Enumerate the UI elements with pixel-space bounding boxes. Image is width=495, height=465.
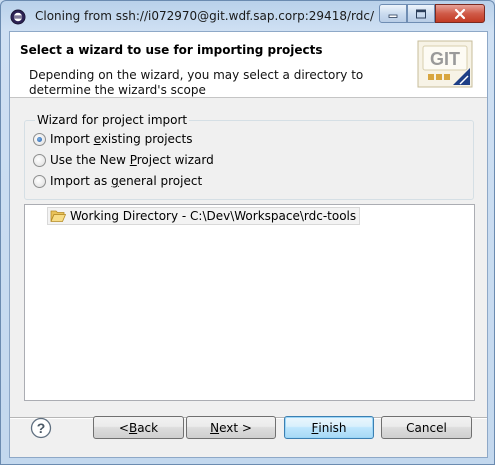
radio-label: Use the New Project wizard: [50, 153, 214, 167]
next-button[interactable]: Next >: [186, 416, 276, 439]
close-icon: [454, 8, 466, 19]
wizard-group-legend: Wizard for project import: [35, 113, 190, 127]
back-button[interactable]: < Back: [93, 416, 184, 439]
minimize-button[interactable]: [379, 4, 407, 23]
help-icon[interactable]: ?: [30, 417, 52, 439]
radio-label: Import existing projects: [50, 132, 193, 146]
page-title: Select a wizard to use for importing pro…: [20, 43, 323, 57]
tree-item-label: Working Directory - C:\Dev\Workspace\rdc…: [70, 209, 357, 223]
folder-open-icon: [50, 210, 66, 222]
minimize-icon: [388, 14, 398, 18]
tree-item-working-directory[interactable]: Working Directory - C:\Dev\Workspace\rdc…: [47, 207, 361, 225]
directory-tree[interactable]: Working Directory - C:\Dev\Workspace\rdc…: [24, 204, 475, 401]
eclipse-app-icon: [10, 9, 26, 25]
maximize-icon: [416, 9, 426, 18]
radio-import-general[interactable]: Import as general project: [33, 173, 202, 189]
maximize-button[interactable]: [407, 4, 435, 23]
radio-button-selected[interactable]: [33, 132, 46, 146]
radio-label: Import as general project: [50, 174, 203, 188]
title-bar[interactable]: Cloning from ssh://i072970@git.wdf.sap.c…: [1, 1, 494, 31]
wizard-group: Wizard for project import Import existin…: [24, 113, 474, 200]
window-title: Cloning from ssh://i072970@git.wdf.sap.c…: [35, 9, 375, 23]
radio-import-existing[interactable]: Import existing projects: [33, 131, 192, 147]
dialog-body: Select a wizard to use for importing pro…: [9, 31, 488, 458]
svg-text:?: ?: [37, 420, 46, 436]
radio-button[interactable]: [33, 174, 46, 188]
wizard-header: Select a wizard to use for importing pro…: [10, 32, 487, 98]
close-button[interactable]: [435, 4, 485, 23]
radio-button[interactable]: [33, 153, 46, 167]
git-logo-text: GIT: [430, 49, 460, 69]
cancel-button[interactable]: Cancel: [381, 416, 472, 439]
wizard-window: Cloning from ssh://i072970@git.wdf.sap.c…: [0, 0, 495, 465]
radio-new-project-wizard[interactable]: Use the New Project wizard: [33, 152, 214, 168]
finish-button[interactable]: Finish: [284, 416, 374, 439]
git-logo-icon: GIT: [417, 40, 473, 88]
page-description: Depending on the wizard, you may select …: [29, 68, 364, 97]
